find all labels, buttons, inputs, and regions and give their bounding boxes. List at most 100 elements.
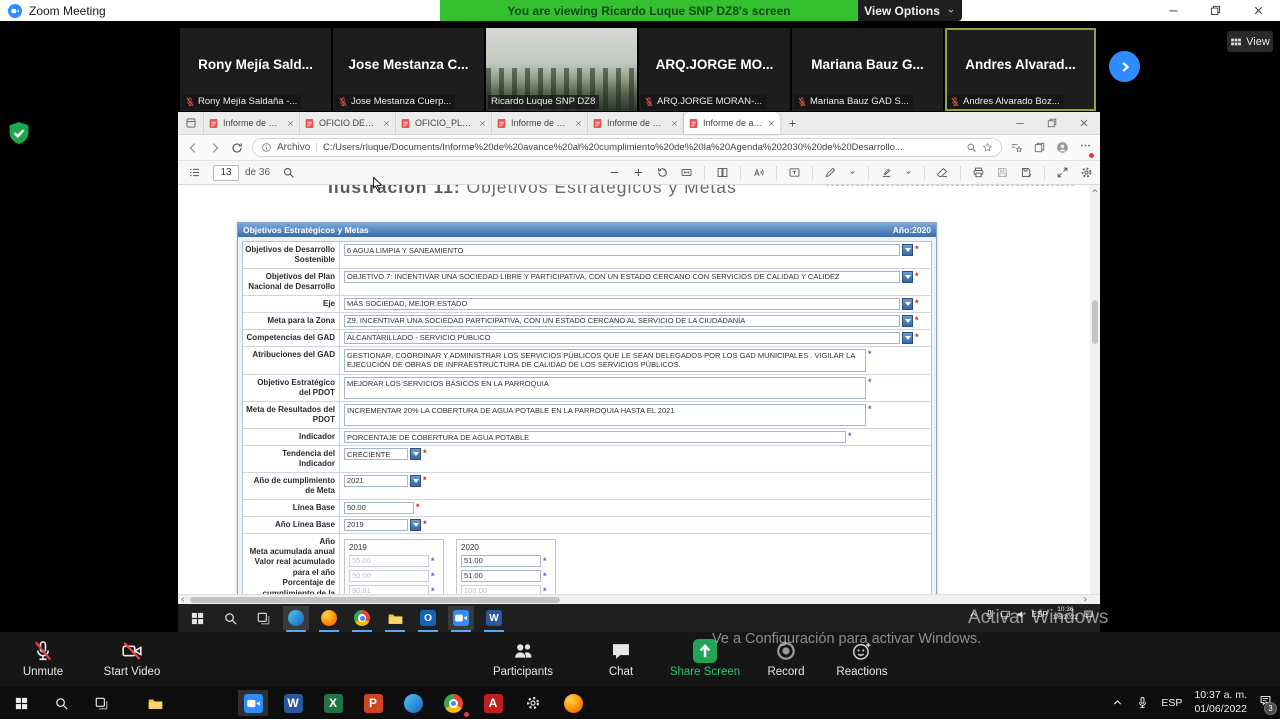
year-value-input[interactable]: 51.00 (461, 555, 541, 567)
profile-avatar[interactable] (1056, 141, 1069, 154)
filmstrip-next-button[interactable] (1109, 51, 1140, 82)
dropdown-button[interactable] (902, 332, 913, 344)
taskbar-acrobat[interactable]: A (478, 690, 508, 716)
taskbar-word[interactable]: W (278, 690, 308, 716)
taskbar-explorer[interactable] (140, 690, 170, 716)
favorites-star-icon[interactable] (982, 142, 993, 153)
participant-tile[interactable]: Mariana Bauz G...Mariana Bauz GAD S... (792, 28, 943, 111)
browser-restore-button[interactable] (1036, 112, 1068, 134)
taskbar-clock[interactable]: 10:37 a. m.01/06/2022 (1194, 689, 1247, 715)
participant-tile[interactable]: Andres Alvarad...Andres Alvarado Boz... (945, 28, 1096, 111)
browser-tab[interactable]: Informe de avance al c (204, 112, 300, 134)
draw-icon[interactable] (824, 166, 837, 179)
tab-close-icon[interactable] (286, 119, 295, 128)
forward-icon[interactable] (208, 141, 222, 155)
tab-close-icon[interactable] (382, 119, 391, 128)
action-center-button[interactable]: 3 (1259, 694, 1272, 712)
view-options-button[interactable]: View Options (858, 0, 962, 21)
taskbar-chrome[interactable] (438, 690, 468, 716)
shared-taskbar-firefox[interactable] (316, 606, 342, 630)
shared-taskbar-word[interactable]: W (481, 606, 507, 630)
dropdown-button[interactable] (902, 271, 913, 283)
form-select-value[interactable]: ALCANTARILLADO - SERVICIO PÚBLICO (344, 332, 900, 344)
browser-minimize-button[interactable] (1004, 112, 1036, 134)
zoom-out-icon[interactable] (608, 166, 621, 179)
highlight-icon[interactable] (880, 166, 893, 179)
save-icon[interactable] (996, 166, 1009, 179)
rotate-icon[interactable] (656, 166, 669, 179)
tab-close-icon[interactable] (574, 119, 583, 128)
restore-button[interactable] (1200, 2, 1230, 19)
participant-tile[interactable]: Rony Mejía Sald...Rony Mejía Saldaña -..… (180, 28, 331, 111)
start-video-button[interactable]: Start Video (92, 638, 172, 678)
new-tab-button[interactable] (780, 112, 804, 134)
add-text-icon[interactable] (788, 166, 801, 179)
dropdown-button[interactable] (902, 244, 913, 256)
participant-tile[interactable]: ARQ.JORGE MO...ARQ.JORGE MORAN-... (639, 28, 790, 111)
zoom-page-icon[interactable] (966, 142, 977, 153)
year-value-input[interactable]: 51.00 (461, 570, 541, 582)
browser-tab[interactable]: OFICIO DESIGNACIÓN (300, 112, 396, 134)
taskbar-edge[interactable] (398, 690, 428, 716)
read-aloud-icon[interactable] (752, 166, 765, 179)
page-view-icon[interactable] (716, 166, 729, 179)
form-select-value[interactable]: 2021 (344, 475, 408, 487)
browser-tab[interactable]: Informe de avance al (588, 112, 684, 134)
zoom-in-icon[interactable] (632, 166, 645, 179)
form-textarea[interactable]: GESTIONAR, COORDINAR Y ADMINISTRAR LOS S… (344, 349, 866, 373)
form-select-value[interactable]: Z9. INCENTIVAR UNA SOCIEDAD PARTICIPATIV… (344, 315, 900, 327)
form-select-value[interactable]: MÁS SOCIEDAD, MEJOR ESTADO (344, 298, 900, 310)
tab-close-icon[interactable] (670, 119, 679, 128)
table-of-contents-icon[interactable] (188, 166, 201, 179)
chevron-down-icon[interactable] (848, 168, 857, 177)
shared-taskbar-edge[interactable] (283, 606, 309, 630)
participant-tile[interactable]: Ricardo Luque SNP DZ8 (486, 28, 637, 111)
url-field[interactable]: Archivo | C:/Users/rluque/Documents/Info… (252, 138, 1002, 157)
horizontal-scroll-thumb[interactable] (190, 597, 560, 603)
form-input[interactable]: 50.00 (344, 502, 414, 514)
form-select-value[interactable]: OBJETIVO 7: INCENTIVAR UNA SOCIEDAD LIBR… (344, 271, 900, 283)
shared-taskbar-explorer[interactable] (382, 606, 408, 630)
dropdown-button[interactable] (902, 298, 913, 310)
taskbar-taskview[interactable] (86, 690, 116, 716)
tab-close-icon[interactable] (478, 119, 487, 128)
shared-taskbar-start[interactable] (184, 606, 210, 630)
dropdown-button[interactable] (410, 519, 421, 531)
browser-tab[interactable]: OFICIO_PLANIFICA_EC (396, 112, 492, 134)
shared-taskbar-taskview[interactable] (250, 606, 276, 630)
pdf-settings-icon[interactable] (1080, 166, 1093, 179)
fullscreen-icon[interactable] (1056, 166, 1069, 179)
tab-preview-button[interactable] (178, 112, 204, 134)
taskbar-zoom[interactable] (238, 690, 268, 716)
form-select-value[interactable]: CRECIENTE (344, 448, 408, 460)
form-select-value[interactable]: 6 AGUA LIMPIA Y SANEAMIENTO (344, 244, 900, 256)
tray-expand-icon[interactable] (1111, 696, 1124, 709)
taskbar-mic-icon[interactable] (1136, 696, 1149, 709)
print-icon[interactable] (972, 166, 985, 179)
taskbar-excel[interactable]: X (318, 690, 348, 716)
taskbar-powerpoint[interactable]: P (358, 690, 388, 716)
unmute-button[interactable]: Unmute (10, 638, 76, 678)
shared-taskbar-chrome[interactable] (349, 606, 375, 630)
browser-menu-button[interactable] (1079, 139, 1092, 157)
taskbar-settings[interactable] (518, 690, 548, 716)
shared-taskbar-zoom[interactable] (448, 606, 474, 630)
save-as-icon[interactable] (1020, 166, 1033, 179)
taskbar-firefox[interactable] (558, 690, 588, 716)
taskbar-start[interactable] (6, 690, 36, 716)
favorites-bar-icon[interactable] (1010, 141, 1023, 154)
taskbar-search[interactable] (46, 690, 76, 716)
info-icon[interactable] (261, 142, 272, 153)
dropdown-button[interactable] (410, 448, 421, 460)
back-icon[interactable] (186, 141, 200, 155)
close-button[interactable] (1243, 2, 1273, 19)
shared-taskbar-outlook[interactable]: O (415, 606, 441, 630)
view-layout-button[interactable]: View (1227, 31, 1273, 52)
horizontal-scrollbar[interactable] (178, 594, 1100, 604)
page-number-input[interactable]: 13 (213, 165, 239, 181)
form-textarea[interactable]: MEJORAR LOS SERVICIOS BÁSICOS EN LA PARR… (344, 377, 866, 399)
chat-button[interactable]: Chat (594, 638, 648, 678)
form-select-value[interactable]: 2019 (344, 519, 408, 531)
dropdown-button[interactable] (410, 475, 421, 487)
vertical-scrollbar[interactable] (1090, 185, 1100, 594)
